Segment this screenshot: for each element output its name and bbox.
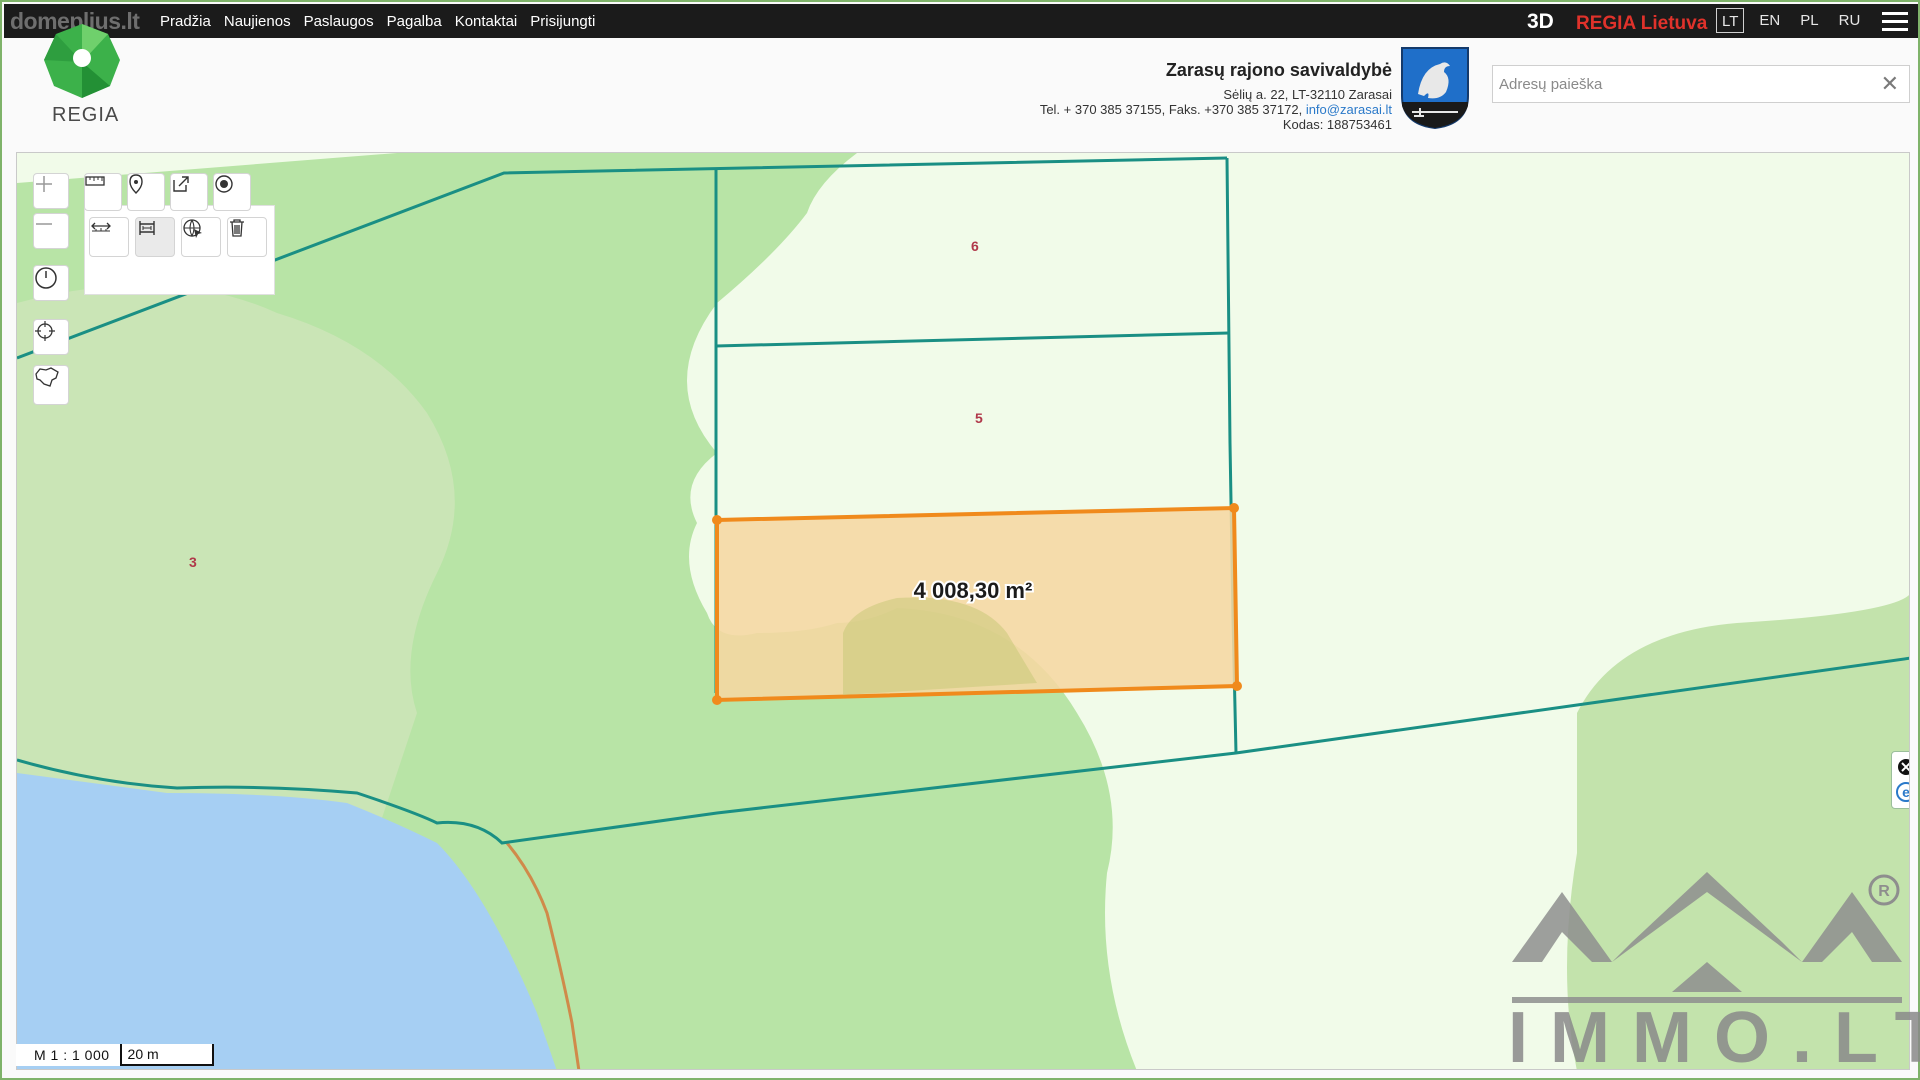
parcel-label-5: 5: [975, 410, 983, 426]
lang-en[interactable]: EN: [1754, 8, 1785, 33]
scale-ratio: M 1 : 1 000: [16, 1044, 120, 1066]
lang-ru[interactable]: RU: [1834, 8, 1866, 33]
locate-me-button[interactable]: [33, 319, 69, 355]
crosshair-icon: [35, 321, 55, 341]
area-measurement-label: 4 008,30 m²: [914, 578, 1033, 603]
coat-of-arms-icon: [1401, 47, 1469, 130]
measure-area-button[interactable]: [135, 217, 175, 257]
globe-pointer-icon: [183, 219, 202, 238]
trash-icon: [230, 219, 244, 237]
zoom-in-button[interactable]: [33, 173, 69, 209]
parcel-label-3: 3: [189, 554, 197, 570]
history-button[interactable]: [33, 265, 69, 301]
svg-text:e: e: [1902, 784, 1910, 800]
ruler-icon: [85, 176, 105, 186]
municipality-address: Sėlių a. 22, LT-32110 Zarasai: [1223, 87, 1392, 102]
municipality-info: Zarasų rajono savivaldybė Sėlių a. 22, L…: [1040, 60, 1392, 132]
3d-mode-link[interactable]: 3D: [1527, 10, 1554, 34]
plus-icon: [36, 176, 52, 192]
svg-text:R: R: [1878, 883, 1890, 900]
address-search-box: ✕: [1492, 65, 1910, 103]
lang-lt[interactable]: LT: [1716, 8, 1745, 33]
parcel-label-6: 6: [971, 238, 979, 254]
language-switcher: LT EN PL RU: [1716, 8, 1865, 33]
globe-pointer-button[interactable]: [181, 217, 221, 257]
nav-item-naujienos[interactable]: Naujienos: [224, 13, 291, 30]
nav-item-pagalba[interactable]: Pagalba: [387, 13, 442, 30]
regia-logo-icon[interactable]: [42, 22, 122, 102]
app-frame: domeplius.lt Pradžia Naujienos Paslaugos…: [0, 0, 1920, 1080]
nav-item-paslaugos[interactable]: Paslaugos: [304, 13, 374, 30]
measure-distance-icon: [91, 222, 111, 232]
lithuania-map-icon: [35, 367, 59, 387]
municipality-phones: Tel. + 370 385 37155, Faks. +370 385 371…: [1039, 102, 1303, 117]
regia-lietuva-link[interactable]: REGIA Lietuva: [1576, 13, 1707, 35]
scale-length: 20 m: [119, 1044, 214, 1066]
municipality-code: Kodas: 188753461: [1282, 117, 1392, 132]
attribution-info-e-icon[interactable]: e: [1896, 782, 1910, 802]
regia-logo-text: REGIA: [52, 104, 120, 126]
measure-distance-button[interactable]: [89, 217, 129, 257]
search-clear-icon[interactable]: ✕: [1881, 71, 1899, 97]
main-nav: Pradžia Naujienos Paslaugos Pagalba Kont…: [160, 4, 595, 38]
nav-item-prisijungti[interactable]: Prisijungti: [530, 13, 595, 30]
nav-item-kontaktai[interactable]: Kontaktai: [455, 13, 518, 30]
zoom-out-button[interactable]: [33, 213, 69, 249]
municipality-email-link[interactable]: info@zarasai.lt: [1306, 102, 1392, 117]
target-tool-button[interactable]: [213, 173, 251, 211]
pin-tool-button[interactable]: [127, 173, 165, 211]
full-extent-button[interactable]: [33, 365, 69, 405]
address-search-input[interactable]: [1493, 66, 1873, 102]
top-nav-bar: domeplius.lt Pradžia Naujienos Paslaugos…: [4, 4, 1918, 38]
history-icon: [35, 267, 57, 289]
municipality-contacts: Tel. + 370 385 37155, Faks. +370 385 371…: [1040, 102, 1392, 117]
municipality-name: Zarasų rajono savivaldybė: [1165, 60, 1392, 80]
immo-watermark-text: IMMO.LT: [1508, 998, 1920, 1078]
attribution-panel: e: [1891, 751, 1910, 809]
pin-icon: [129, 174, 143, 194]
attribution-close-icon[interactable]: [1898, 759, 1910, 775]
ruler-tool-button[interactable]: [84, 173, 122, 211]
share-tool-button[interactable]: [170, 173, 208, 211]
map-scale-bar: M 1 : 1 000 20 m: [16, 1043, 214, 1067]
nav-item-pradzia[interactable]: Pradžia: [160, 13, 211, 30]
minus-icon: [36, 223, 52, 225]
radio-target-icon: [215, 175, 233, 193]
lang-pl[interactable]: PL: [1795, 8, 1823, 33]
hamburger-icon[interactable]: [1882, 12, 1908, 32]
share-icon: [173, 176, 189, 192]
delete-measure-button[interactable]: [227, 217, 267, 257]
measure-area-icon: [139, 221, 155, 235]
